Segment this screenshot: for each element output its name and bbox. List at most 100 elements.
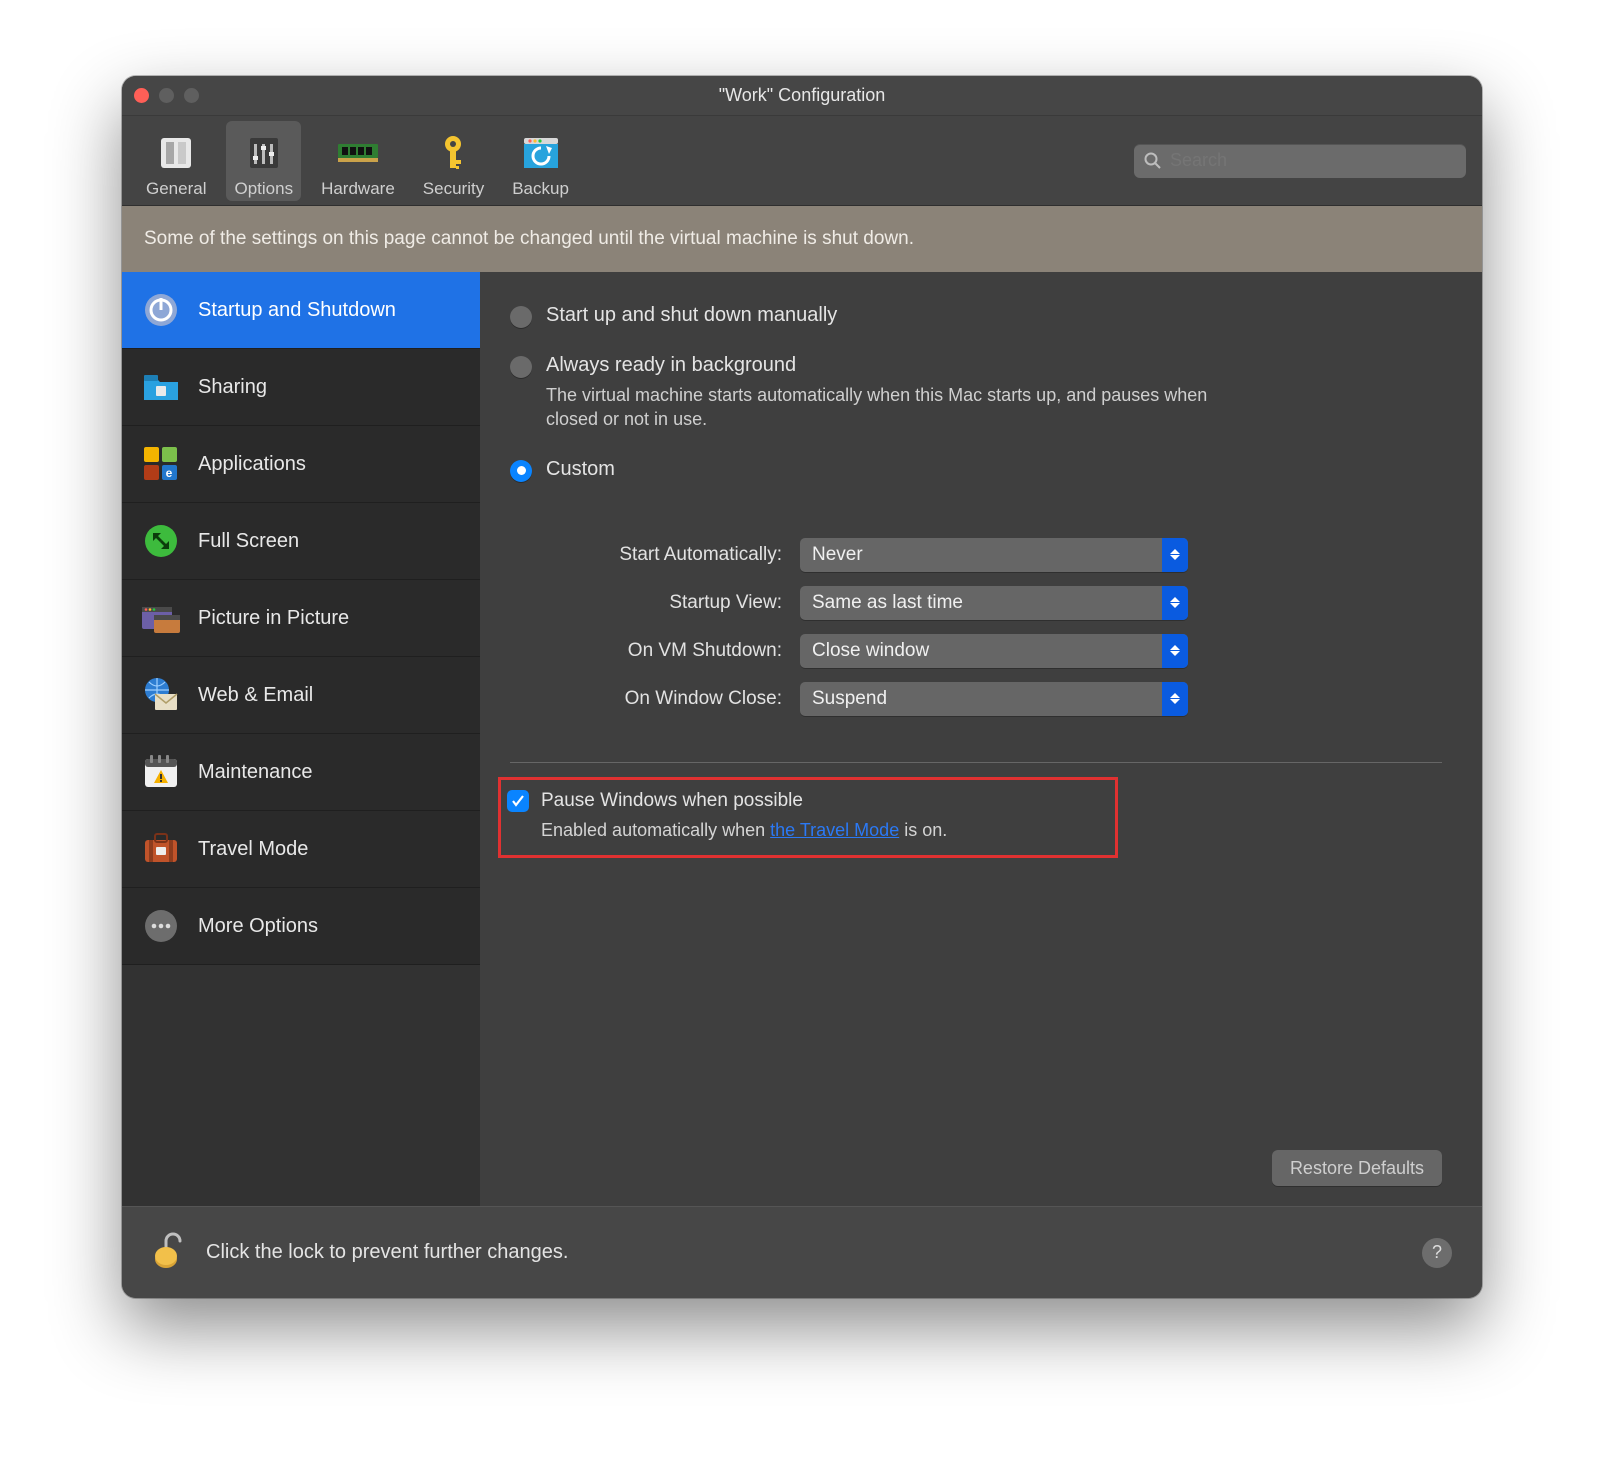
- radio-background[interactable]: Always ready in background The virtual m…: [510, 354, 1442, 432]
- radio-label: Custom: [546, 458, 615, 481]
- footer: Click the lock to prevent further change…: [122, 1206, 1482, 1298]
- field-label: Startup View:: [540, 592, 800, 614]
- preferences-toolbar: General Options Hardware Security Backup: [122, 116, 1482, 206]
- search-field[interactable]: [1134, 144, 1466, 178]
- globe-mail-icon: [140, 674, 182, 716]
- sidebar-item-label: More Options: [198, 915, 318, 938]
- key-icon: [429, 129, 477, 177]
- radio-label: Start up and shut down manually: [546, 304, 837, 327]
- radio-manual[interactable]: Start up and shut down manually: [510, 304, 1442, 328]
- toolbar-label: Security: [423, 179, 484, 199]
- row-startup-view: Startup View: Same as last time: [540, 586, 1442, 620]
- sidebar-item-label: Applications: [198, 453, 306, 476]
- sidebar-item-label: Full Screen: [198, 530, 299, 553]
- backup-icon: [517, 129, 565, 177]
- configuration-window: "Work" Configuration General Options Har…: [122, 76, 1482, 1298]
- restore-defaults-button[interactable]: Restore Defaults: [1272, 1150, 1442, 1186]
- divider: [510, 762, 1442, 763]
- switch-icon: [152, 129, 200, 177]
- radio-icon: [510, 306, 532, 328]
- svg-text:e: e: [166, 466, 173, 480]
- toolbar-tab-general[interactable]: General: [138, 121, 214, 201]
- toolbar-tab-security[interactable]: Security: [415, 121, 492, 201]
- pause-option-highlight: Pause Windows when possible Enabled auto…: [498, 777, 1118, 858]
- radio-icon-selected: [510, 460, 532, 482]
- sidebar-item-maintenance[interactable]: Maintenance: [122, 734, 480, 811]
- row-on-vm-shutdown: On VM Shutdown: Close window: [540, 634, 1442, 668]
- sidebar-item-more[interactable]: More Options: [122, 888, 480, 965]
- titlebar: "Work" Configuration: [122, 76, 1482, 116]
- lock-text: Click the lock to prevent further change…: [206, 1241, 568, 1264]
- checkbox-label: Pause Windows when possible: [541, 790, 803, 812]
- custom-settings: Start Automatically: Never Startup View:…: [540, 524, 1442, 730]
- sidebar-item-label: Travel Mode: [198, 838, 308, 861]
- radio-icon: [510, 356, 532, 378]
- field-label: On VM Shutdown:: [540, 640, 800, 662]
- sliders-icon: [240, 129, 288, 177]
- button-label: Restore Defaults: [1290, 1158, 1424, 1179]
- sidebar-item-travel[interactable]: Travel Mode: [122, 811, 480, 888]
- sidebar-item-fullscreen[interactable]: Full Screen: [122, 503, 480, 580]
- chevron-up-down-icon: [1162, 682, 1188, 716]
- suitcase-icon: [140, 828, 182, 870]
- folder-icon: [140, 366, 182, 408]
- toolbar-tab-hardware[interactable]: Hardware: [313, 121, 403, 201]
- dropdown-value: Suspend: [812, 688, 887, 710]
- chevron-up-down-icon: [1162, 586, 1188, 620]
- main-area: Startup and Shutdown Sharing e Applicati…: [122, 272, 1482, 1206]
- search-input[interactable]: [1168, 149, 1456, 172]
- dropdown-start-automatically[interactable]: Never: [800, 538, 1188, 572]
- toolbar-tab-backup[interactable]: Backup: [504, 121, 577, 201]
- chevron-up-down-icon: [1162, 538, 1188, 572]
- toolbar-label: Hardware: [321, 179, 395, 199]
- dropdown-value: Never: [812, 544, 863, 566]
- toolbar-label: Backup: [512, 179, 569, 199]
- warning-text: Some of the settings on this page cannot…: [144, 228, 914, 250]
- field-label: On Window Close:: [540, 688, 800, 710]
- checkbox-icon: [507, 790, 529, 812]
- dropdown-on-vm-shutdown[interactable]: Close window: [800, 634, 1188, 668]
- field-label: Start Automatically:: [540, 544, 800, 566]
- ram-icon: [334, 129, 382, 177]
- dropdown-startup-view[interactable]: Same as last time: [800, 586, 1188, 620]
- apps-icon: e: [140, 443, 182, 485]
- radio-sublabel: The virtual machine starts automatically…: [546, 383, 1246, 432]
- pip-icon: [140, 597, 182, 639]
- help-icon: ?: [1432, 1242, 1442, 1263]
- dropdown-on-window-close[interactable]: Suspend: [800, 682, 1188, 716]
- sidebar-item-startup[interactable]: Startup and Shutdown: [122, 272, 480, 349]
- travel-mode-link[interactable]: the Travel Mode: [770, 820, 899, 840]
- sidebar-item-label: Maintenance: [198, 761, 313, 784]
- toolbar-label: General: [146, 179, 206, 199]
- checkbox-sublabel: Enabled automatically when the Travel Mo…: [541, 820, 1087, 841]
- chevron-up-down-icon: [1162, 634, 1188, 668]
- help-button[interactable]: ?: [1422, 1238, 1452, 1268]
- checkbox-pause-windows[interactable]: Pause Windows when possible: [507, 790, 1087, 812]
- dropdown-value: Same as last time: [812, 592, 963, 614]
- sidebar-item-label: Web & Email: [198, 684, 313, 707]
- radio-label: Always ready in background: [546, 354, 1246, 377]
- row-on-window-close: On Window Close: Suspend: [540, 682, 1442, 716]
- sidebar-item-webemail[interactable]: Web & Email: [122, 657, 480, 734]
- more-icon: [140, 905, 182, 947]
- toolbar-tab-options[interactable]: Options: [226, 121, 301, 201]
- warning-banner: Some of the settings on this page cannot…: [122, 206, 1482, 272]
- lock-icon[interactable]: [152, 1229, 186, 1277]
- startup-settings-pane: Start up and shut down manually Always r…: [480, 272, 1482, 1206]
- dropdown-value: Close window: [812, 640, 929, 662]
- sidebar-item-sharing[interactable]: Sharing: [122, 349, 480, 426]
- sidebar-item-label: Startup and Shutdown: [198, 299, 396, 322]
- sidebar-item-label: Sharing: [198, 376, 267, 399]
- calendar-warning-icon: [140, 751, 182, 793]
- sidebar-item-label: Picture in Picture: [198, 607, 349, 630]
- sidebar-item-applications[interactable]: e Applications: [122, 426, 480, 503]
- window-title: "Work" Configuration: [122, 85, 1482, 106]
- toolbar-label: Options: [234, 179, 293, 199]
- fullscreen-icon: [140, 520, 182, 562]
- radio-custom[interactable]: Custom: [510, 458, 1442, 482]
- row-start-automatically: Start Automatically: Never: [540, 538, 1442, 572]
- search-icon: [1144, 152, 1162, 170]
- options-sidebar: Startup and Shutdown Sharing e Applicati…: [122, 272, 480, 1206]
- power-icon: [140, 289, 182, 331]
- sidebar-item-pip[interactable]: Picture in Picture: [122, 580, 480, 657]
